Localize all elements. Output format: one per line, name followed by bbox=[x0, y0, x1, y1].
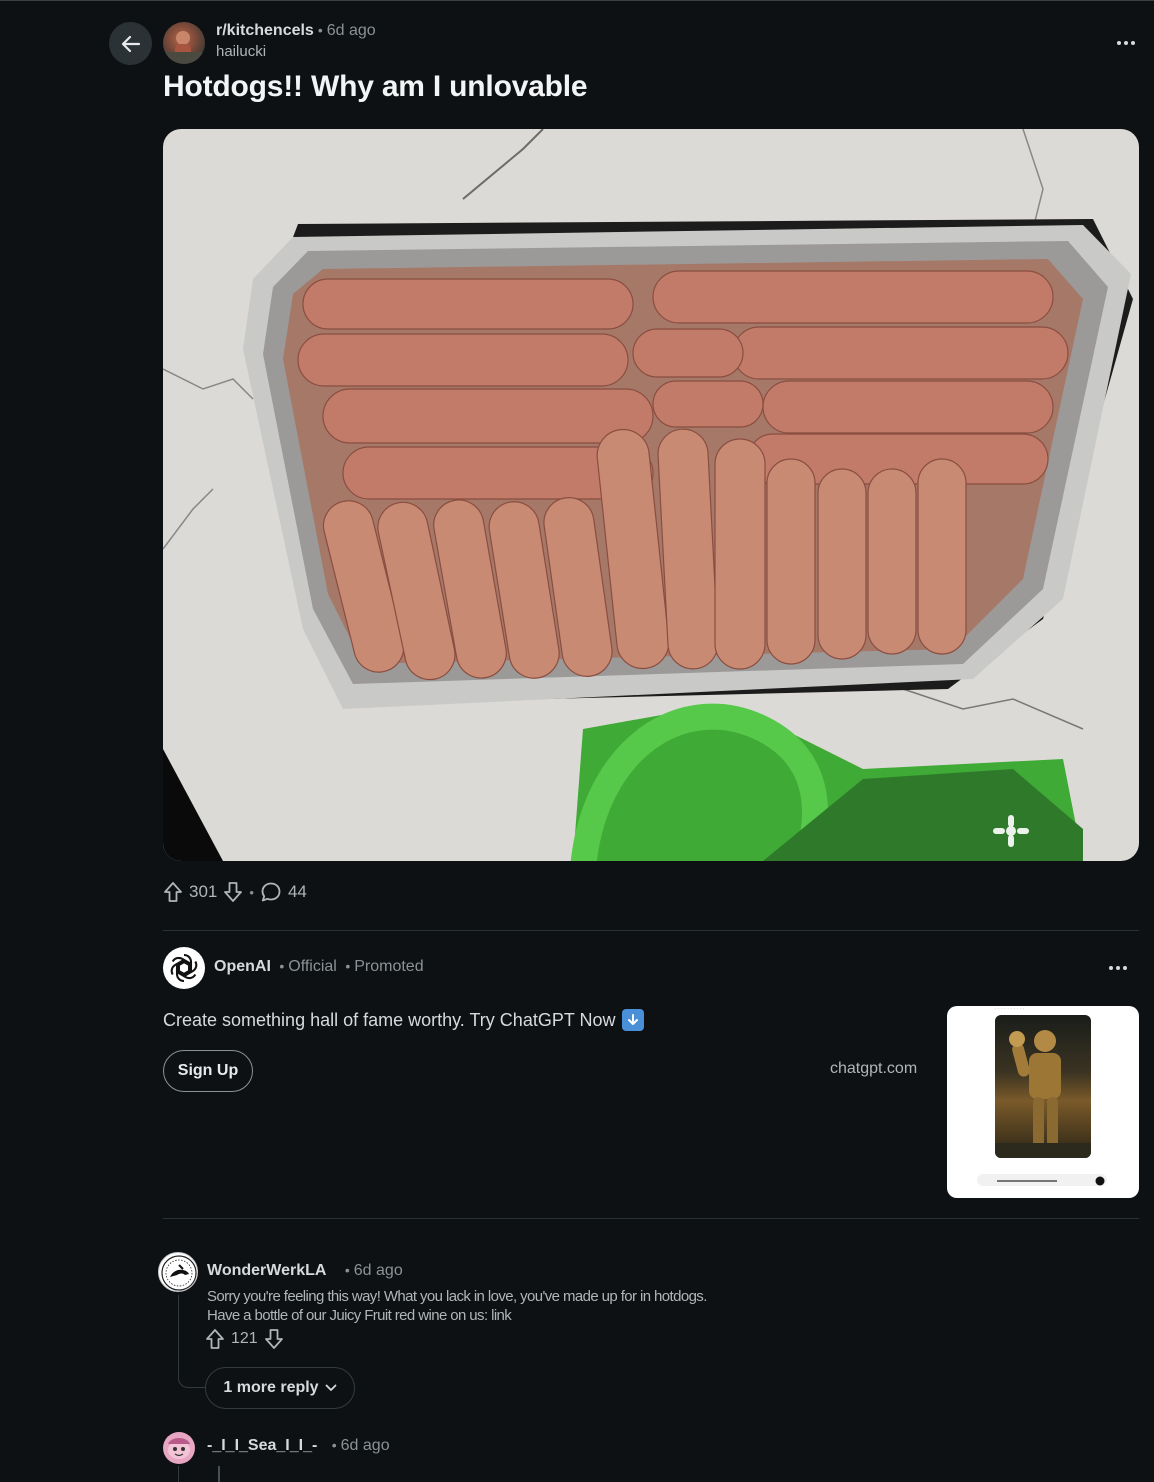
post-image[interactable] bbox=[163, 129, 1139, 861]
top-border bbox=[0, 0, 1154, 1]
thread-branch bbox=[178, 1376, 206, 1388]
thread-line bbox=[178, 1466, 179, 1482]
subreddit-name[interactable]: r/kitchencels bbox=[216, 22, 314, 39]
comment-upvote-button[interactable] bbox=[205, 1328, 225, 1350]
ad-thumbnail[interactable]: · · · · · · · · · · bbox=[947, 1006, 1139, 1198]
ad-text[interactable]: Create something hall of fame worthy. Tr… bbox=[163, 1009, 644, 1031]
divider bbox=[163, 930, 1139, 931]
comment-count: 44 bbox=[287, 882, 307, 901]
upvote-button[interactable] bbox=[163, 881, 183, 903]
ad-headline: Create something hall of fame worthy. Tr… bbox=[163, 1009, 616, 1030]
comment-time: 6d ago bbox=[340, 1437, 390, 1454]
upvote-arrow-icon bbox=[206, 1329, 224, 1349]
ad-overflow-menu-button[interactable] bbox=[1106, 958, 1130, 978]
comment-body: Sorry you're feeling this way! What you … bbox=[207, 1287, 707, 1325]
ad-meta: OpenAI • Official • Promoted bbox=[214, 958, 424, 976]
meta-separator: • bbox=[317, 22, 323, 38]
subreddit-avatar[interactable] bbox=[163, 22, 205, 64]
more-horizontal-icon bbox=[1109, 966, 1127, 970]
post-overflow-menu-button[interactable] bbox=[1114, 33, 1138, 53]
comments-button[interactable] bbox=[260, 881, 282, 903]
post-stats: 301 • 44 bbox=[163, 879, 307, 905]
ad-advertiser[interactable]: OpenAI bbox=[214, 958, 271, 975]
ad-promoted-label: Promoted bbox=[354, 958, 424, 975]
snoo-avatar-icon bbox=[168, 1438, 190, 1459]
openai-logo[interactable] bbox=[163, 947, 205, 989]
thread-line bbox=[178, 1295, 179, 1377]
meta-separator: • bbox=[279, 958, 285, 974]
downvote-arrow-icon bbox=[224, 882, 243, 902]
commenter-avatar[interactable] bbox=[158, 1252, 198, 1292]
downvote-button[interactable] bbox=[223, 881, 243, 903]
comment-votes: 121 bbox=[205, 1328, 284, 1350]
more-replies-label: 1 more reply bbox=[223, 1379, 319, 1396]
downvote-arrow-icon bbox=[264, 1329, 283, 1349]
ad-domain[interactable]: chatgpt.com bbox=[830, 1060, 917, 1078]
post-meta: r/kitchencels • 6d ago hailucki bbox=[216, 22, 376, 60]
comment-body-line: Have a bottle of our Juicy Fruit red win… bbox=[207, 1307, 512, 1324]
comment-header: WonderWerkLA • 6d ago bbox=[207, 1262, 403, 1280]
comment-header: -_I_I_Sea_I_I_- • 6d ago bbox=[207, 1437, 390, 1455]
arrow-left-icon bbox=[121, 35, 140, 52]
comment-username[interactable]: -_I_I_Sea_I_I_- bbox=[207, 1437, 317, 1454]
post-time: 6d ago bbox=[326, 22, 376, 39]
divider bbox=[163, 1218, 1139, 1219]
statue-image bbox=[995, 1015, 1091, 1158]
post-author[interactable]: hailucki bbox=[216, 43, 376, 60]
thumbnail-caption-decoration: · · · · · · · · · · bbox=[995, 1006, 1025, 1012]
comment-vote-count: 121 bbox=[231, 1330, 258, 1347]
comment-downvote-button[interactable] bbox=[264, 1328, 284, 1350]
thread-line bbox=[218, 1466, 220, 1482]
ad-official-label: Official bbox=[288, 958, 337, 975]
more-horizontal-icon bbox=[1117, 41, 1135, 45]
subreddit-avatar-image bbox=[163, 31, 205, 64]
down-arrow-emoji-icon bbox=[621, 1009, 644, 1031]
upvote-count: 301 bbox=[189, 882, 218, 901]
meta-separator: • bbox=[344, 1262, 350, 1278]
comment-body-line: Sorry you're feeling this way! What you … bbox=[207, 1288, 707, 1305]
meta-separator: • bbox=[331, 1437, 337, 1453]
comment-time: 6d ago bbox=[353, 1262, 403, 1279]
post-image-graphic bbox=[163, 129, 1139, 861]
commenter-avatar[interactable] bbox=[163, 1432, 195, 1464]
meta-separator: • bbox=[345, 958, 351, 974]
post-title[interactable]: Hotdogs!! Why am I unlovable bbox=[163, 70, 588, 104]
stats-separator: • bbox=[249, 884, 254, 900]
comment-bubble-icon bbox=[261, 882, 281, 902]
back-button[interactable] bbox=[109, 22, 152, 65]
chevron-down-icon bbox=[325, 1384, 336, 1391]
openai-knot-icon bbox=[170, 953, 198, 983]
thumbnail-input-bar bbox=[977, 1174, 1107, 1186]
comment-username[interactable]: WonderWerkLA bbox=[207, 1262, 326, 1279]
upvote-arrow-icon bbox=[164, 882, 182, 902]
more-replies-button[interactable]: 1 more reply bbox=[205, 1367, 355, 1409]
sign-up-button[interactable]: Sign Up bbox=[163, 1050, 253, 1092]
wonderwerk-logo-icon bbox=[161, 1255, 197, 1291]
